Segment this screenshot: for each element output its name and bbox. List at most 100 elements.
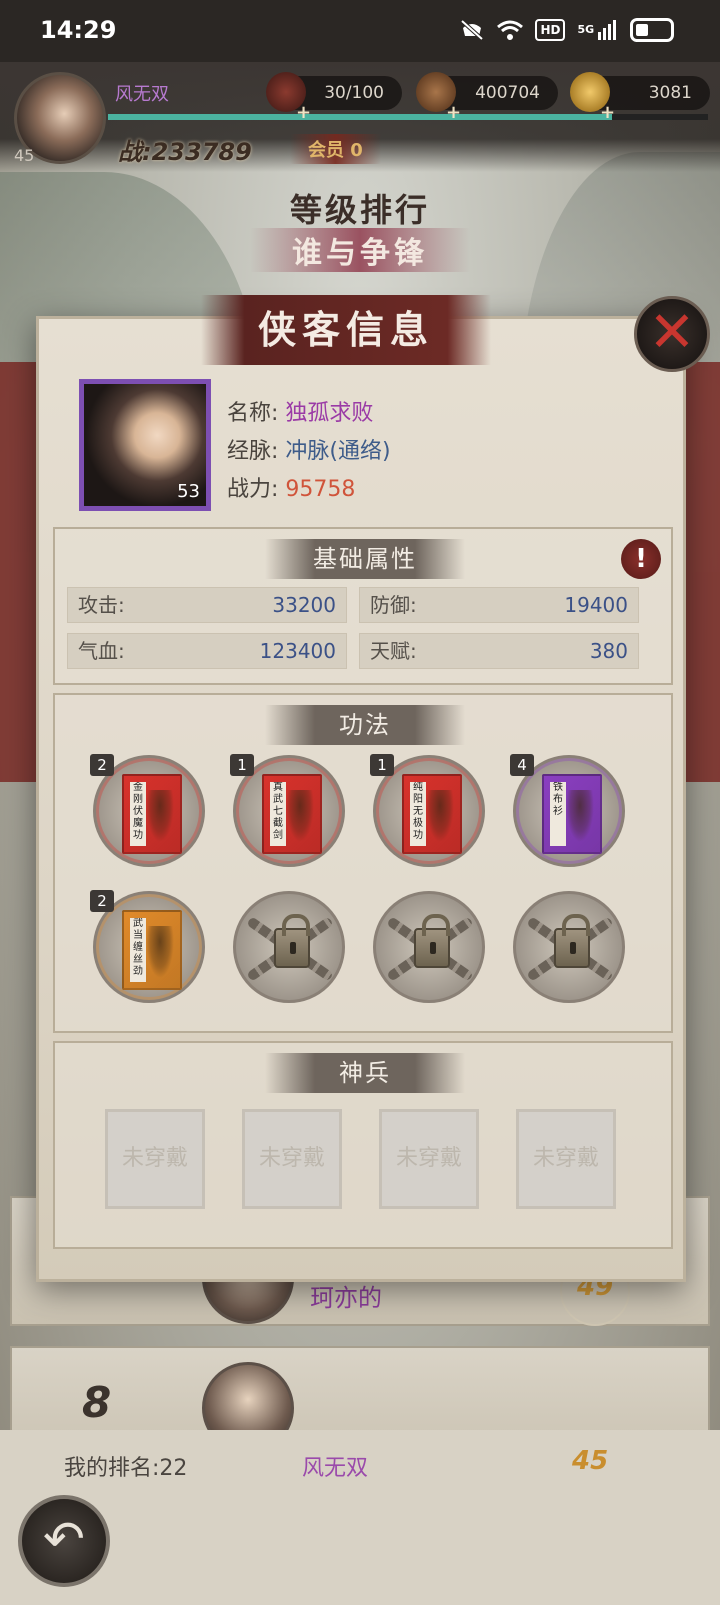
section-title: 神兵 [265,1053,465,1093]
attr-defense: 防御: 19400 [359,587,639,623]
close-button[interactable]: ✕ [634,296,710,372]
lock-icon [414,914,450,968]
plus-icon[interactable]: + [446,96,461,130]
locked-skill-slot[interactable] [513,891,625,1003]
my-name: 风无双 [302,1456,369,1481]
skill-slot[interactable]: 纯阳无极功 1 [370,754,485,867]
modal-title: 侠客信息 [201,295,491,365]
lock-icon [274,914,310,968]
weapons-section: 神兵 未穿戴 未穿戴 未穿戴 未穿戴 [53,1041,673,1249]
plus-icon[interactable]: + [296,96,311,130]
player-level: 45 [14,146,35,165]
hero-info: 名称: 独孤求败 经脉: 冲脉(通络) 战力: 95758 [227,395,391,509]
attr-label: 天赋: [370,639,417,663]
weapon-slot[interactable]: 未穿戴 [105,1109,205,1209]
banner-right [682,362,720,782]
plus-icon[interactable]: + [600,96,615,130]
section-title: 功法 [265,705,465,745]
attr-talent: 天赋: 380 [359,633,639,669]
top-hud: 45 风无双 战:233789 会员 0 + 30/100 + 400704 +… [0,62,720,172]
mute-icon [461,19,484,41]
attr-hp: 气血: 123400 [67,633,347,669]
cellular-icon: 5G [577,20,618,40]
my-level: 45 [572,1446,609,1476]
skill-count: 4 [510,754,534,776]
back-button[interactable]: ↶ [18,1495,110,1587]
exp-bar [108,114,708,120]
skill-count: 2 [90,890,114,912]
signal-bars-icon [598,20,616,40]
skill-figure [566,790,594,842]
skill-title: 铁布衫 [550,782,566,846]
status-icons: HD 5G [459,18,674,42]
skill-book-icon: 真武七截剑 [262,774,322,854]
hero-name: 独孤求败 [285,401,374,426]
attr-label: 气血: [78,639,125,663]
info-alert-icon[interactable]: ! [621,539,661,579]
rank-subtitle: 谁与争锋 [250,228,470,272]
attr-attack: 攻击: 33200 [67,587,347,623]
my-rank: 我的排名:22 [64,1456,188,1481]
skills-section: 功法 金刚伏魔功 2 真武七截剑 1 纯阳无极功 1 铁布衫 4 武当缠丝劲 2 [53,693,673,1033]
hero-power: 95758 [285,477,356,502]
name-label: 名称: [227,401,279,426]
banner-left [0,362,38,782]
skill-figure [146,926,174,978]
back-arrow-icon: ↶ [43,1510,85,1568]
skill-slot[interactable]: 金刚伏魔功 2 [90,754,205,867]
weapon-slot[interactable]: 未穿戴 [242,1109,342,1209]
status-time: 14:29 [40,16,117,44]
gold-value: 3081 [648,83,692,103]
skill-slot[interactable]: 真武七截剑 1 [230,754,345,867]
basic-attributes-section: 基础属性 ! 攻击: 33200 防御: 19400 气血: 123400 天赋… [53,527,673,685]
skill-title: 武当缠丝劲 [130,918,146,982]
attr-value: 380 [589,639,628,663]
stamina-value: 30/100 [324,83,384,103]
skill-slot[interactable]: 武当缠丝劲 2 [90,890,205,1003]
locked-skill-slot[interactable] [373,891,485,1003]
exp-bar-fill [108,114,612,120]
skill-figure [286,790,314,842]
rank-title: 等级排行 [289,191,430,229]
list-name: 珂亦的 [310,1284,382,1312]
skill-title: 金刚伏魔功 [130,782,146,846]
stamina-counter[interactable]: + 30/100 [266,72,402,123]
status-bar: 14:29 HD 5G [0,0,720,62]
cellular-label: 5G [577,23,595,36]
locked-skill-slot[interactable] [233,891,345,1003]
skill-count: 1 [230,754,254,776]
skill-figure [426,790,454,842]
skill-book-icon: 金刚伏魔功 [122,774,182,854]
skill-count: 1 [370,754,394,776]
hero-meridian: 冲脉(通络) [285,439,391,464]
player-power: 战:233789 [118,138,252,166]
weapon-slot[interactable]: 未穿戴 [516,1109,616,1209]
power-label: 战力: [227,477,279,502]
attr-value: 33200 [272,593,336,617]
vip-badge[interactable]: 会员 0 [290,134,381,164]
skill-slot[interactable]: 铁布衫 4 [510,754,625,867]
section-title: 基础属性 [265,539,465,579]
attr-label: 攻击: [78,593,125,617]
close-icon: ✕ [648,300,696,365]
skill-figure [146,790,174,842]
bottom-bar: 我的排名:22 风无双 45 ↶ [0,1430,720,1605]
hero-info-modal: 侠客信息 53 名称: 独孤求败 经脉: 冲脉(通络) 战力: 95758 基础… [36,295,686,1282]
hd-icon: HD [535,19,566,41]
attr-label: 防御: [370,593,417,617]
skill-title: 纯阳无极功 [410,782,426,846]
skill-book-icon: 铁布衫 [542,774,602,854]
lock-icon [554,914,590,968]
copper-counter[interactable]: + 400704 [416,72,558,123]
skill-book-icon: 武当缠丝劲 [122,910,182,990]
skill-book-icon: 纯阳无极功 [402,774,462,854]
gold-counter[interactable]: + 3081 [570,72,710,123]
hero-level: 53 [177,481,200,502]
attr-value: 19400 [564,593,628,617]
player-name: 风无双 [115,84,169,105]
battery-icon [630,18,674,42]
copper-value: 400704 [475,83,540,103]
weapon-slot[interactable]: 未穿戴 [379,1109,479,1209]
skill-count: 2 [90,754,114,776]
meridian-label: 经脉: [227,439,279,464]
